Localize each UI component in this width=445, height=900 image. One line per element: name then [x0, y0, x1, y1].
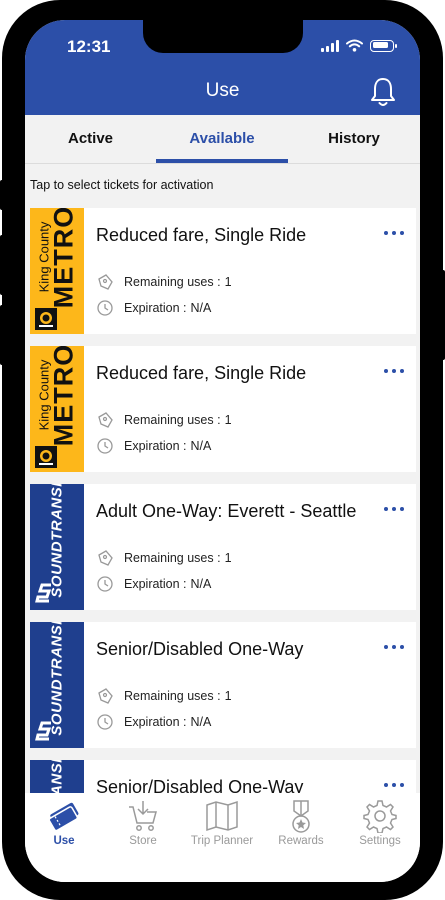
- sound-transit-logo: SOUNDTRANSIT: [30, 622, 84, 748]
- nav-label: Rewards: [278, 835, 324, 847]
- wifi-icon: [346, 39, 363, 52]
- cellular-signal-icon: [321, 39, 339, 52]
- ticket-title: Senior/Disabled One-Way: [96, 777, 304, 793]
- remaining-uses-value: 1: [224, 689, 232, 703]
- remaining-uses-value: 1: [224, 551, 232, 565]
- ticket-outline-icon: [98, 688, 113, 704]
- sound-transit-logo: SOUNDTRANSIT: [30, 484, 84, 610]
- expiration-value: N/A: [190, 577, 212, 591]
- app-screen: 12:31 Use Active Available History Tap t…: [25, 20, 420, 882]
- ticket-card[interactable]: King County METRO Reduced fare, Single R…: [30, 346, 416, 472]
- clock-icon: [97, 438, 113, 454]
- ticket-title: Reduced fare, Single Ride: [96, 225, 307, 245]
- expiration-label: Expiration :: [124, 577, 187, 591]
- nav-label: Settings: [359, 835, 401, 847]
- notification-bell-icon[interactable]: [368, 76, 398, 108]
- more-options-icon[interactable]: [384, 642, 406, 652]
- activation-hint: Tap to select tickets for activation: [30, 178, 214, 192]
- ticket-outline-icon: [98, 412, 113, 428]
- phone-side-button: [0, 235, 6, 295]
- expiration-value: N/A: [190, 439, 212, 453]
- ticket-card[interactable]: SOUNDTRANSIT Adult One-Way: Everett - Se…: [30, 484, 416, 610]
- remaining-uses-label: Remaining uses :: [124, 413, 221, 427]
- metro-badge-icon: [35, 308, 57, 330]
- selected-tab-indicator: [156, 159, 288, 163]
- more-options-icon[interactable]: [384, 780, 406, 790]
- phone-notch: [143, 20, 303, 53]
- nav-label: Store: [129, 835, 157, 847]
- ticket-card[interactable]: SOUNDTRANSIT Senior/Disabled One-Way Rem…: [30, 622, 416, 748]
- logo-text: SOUNDTRANSIT: [48, 484, 66, 598]
- expiration-label: Expiration :: [124, 439, 187, 453]
- expiration: Expiration : N/A: [96, 574, 211, 594]
- more-options-icon[interactable]: [384, 228, 406, 238]
- nav-rewards[interactable]: Rewards: [262, 793, 340, 853]
- nav-store[interactable]: Store: [104, 793, 182, 853]
- ticket-title: Senior/Disabled One-Way: [96, 639, 304, 659]
- remaining-uses-value: 1: [224, 275, 232, 289]
- sound-transit-logo: SOUNDTRANSIT: [30, 760, 84, 793]
- remaining-uses-label: Remaining uses :: [124, 551, 221, 565]
- phone-side-button: [0, 180, 6, 210]
- sound-transit-s-icon: [35, 583, 52, 603]
- remaining-uses-value: 1: [224, 413, 232, 427]
- clock-icon: [97, 576, 113, 592]
- ticket-list[interactable]: King County METRO Reduced fare, Single R…: [25, 208, 420, 793]
- tab-bar: Active Available History: [25, 115, 420, 164]
- ticket-title: Reduced fare, Single Ride: [96, 363, 307, 383]
- ticket-title: Adult One-Way: Everett - Seattle: [96, 501, 357, 521]
- status-icons: [321, 39, 397, 52]
- app-header: 12:31 Use: [25, 20, 420, 115]
- logo-text: SOUNDTRANSIT: [49, 760, 66, 793]
- phone-side-button: [439, 270, 445, 360]
- sound-transit-s-icon: [35, 721, 52, 741]
- expiration-label: Expiration :: [124, 715, 187, 729]
- more-options-icon[interactable]: [384, 366, 406, 376]
- remaining-uses: Remaining uses : 1: [96, 686, 232, 706]
- remaining-uses: Remaining uses : 1: [96, 272, 232, 292]
- ticket-icon: [48, 802, 79, 832]
- status-time: 12:31: [67, 37, 111, 56]
- king-county-metro-logo: King County METRO: [30, 346, 84, 472]
- ticket-outline-icon: [98, 550, 113, 566]
- medal-icon: [292, 800, 310, 833]
- tab-history[interactable]: History: [288, 115, 420, 163]
- king-county-metro-logo: King County METRO: [30, 208, 84, 334]
- nav-label: Trip Planner: [190, 835, 254, 847]
- clock-icon: [97, 300, 113, 316]
- cart-icon: [129, 801, 157, 831]
- nav-label: Use: [53, 835, 75, 847]
- expiration: Expiration : N/A: [96, 298, 211, 318]
- remaining-uses-label: Remaining uses :: [124, 275, 221, 289]
- expiration: Expiration : N/A: [96, 712, 211, 732]
- page-title: Use: [205, 80, 240, 101]
- battery-icon: [370, 39, 397, 52]
- ticket-card[interactable]: King County METRO Reduced fare, Single R…: [30, 208, 416, 334]
- remaining-uses: Remaining uses : 1: [96, 410, 232, 430]
- expiration-label: Expiration :: [124, 301, 187, 315]
- expiration: Expiration : N/A: [96, 436, 211, 456]
- ticket-outline-icon: [98, 274, 113, 290]
- logo-text: METRO: [48, 208, 79, 309]
- nav-settings[interactable]: Settings: [341, 793, 419, 853]
- expiration-value: N/A: [190, 301, 212, 315]
- more-options-icon[interactable]: [384, 504, 406, 514]
- phone-side-button: [0, 305, 6, 365]
- logo-text: SOUNDTRANSIT: [48, 622, 66, 736]
- logo-text: METRO: [48, 346, 79, 447]
- map-icon: [206, 800, 238, 832]
- ticket-card[interactable]: SOUNDTRANSIT Senior/Disabled One-Way: [30, 760, 416, 793]
- nav-trip-planner[interactable]: Trip Planner: [183, 793, 261, 853]
- remaining-uses: Remaining uses : 1: [96, 548, 232, 568]
- clock-icon: [97, 714, 113, 730]
- expiration-value: N/A: [190, 715, 212, 729]
- gear-icon: [363, 800, 397, 833]
- tab-available[interactable]: Available: [156, 115, 288, 163]
- metro-badge-icon: [35, 446, 57, 468]
- tab-active[interactable]: Active: [25, 115, 156, 163]
- remaining-uses-label: Remaining uses :: [124, 689, 221, 703]
- bottom-navigation: Use Store Trip Planner Rewards Settings: [25, 793, 420, 882]
- nav-use[interactable]: Use: [25, 793, 103, 853]
